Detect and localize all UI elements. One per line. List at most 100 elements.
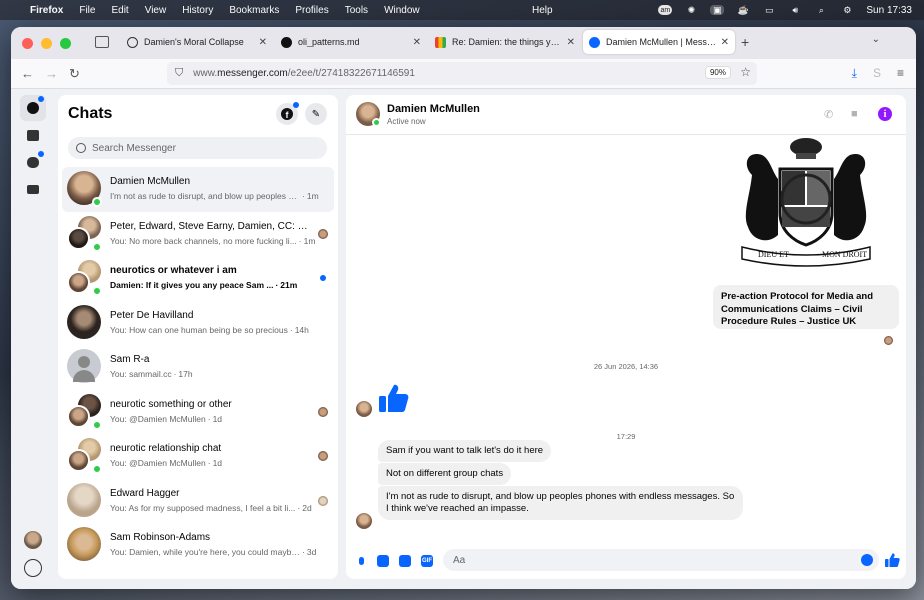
rail-requests[interactable] xyxy=(20,149,46,175)
chat-item-sam-r-a[interactable]: Sam R-a You: sammail.cc · 17h xyxy=(62,345,334,390)
close-tab-icon[interactable]: ✕ xyxy=(567,37,575,48)
sender-avatar xyxy=(356,401,372,417)
extension-icon[interactable]: S xyxy=(873,66,881,81)
conversation-header: Damien McMullen Active now ✆ ■ i xyxy=(346,95,906,135)
tab-oli-patterns[interactable]: oli_patterns.md ✕ xyxy=(275,30,427,54)
close-tab-icon[interactable]: ✕ xyxy=(259,37,267,48)
contact-avatar[interactable] xyxy=(356,102,381,127)
sidebar-toggle-icon[interactable] xyxy=(24,559,42,577)
tab-overview-icon[interactable] xyxy=(95,36,109,48)
profile-avatar[interactable] xyxy=(24,531,42,549)
tab-messenger[interactable]: Damien McMullen | Messenger ✕ xyxy=(583,30,735,54)
conversation-panel: Damien McMullen Active now ✆ ■ i DIEU ET xyxy=(346,95,906,579)
link-preview-card[interactable]: Pre-action Protocol for Media and Commun… xyxy=(713,285,899,329)
chat-item-damien-mcmullen[interactable]: Damien McMullen I'm not as rude to disru… xyxy=(62,167,334,212)
bookmark-star-icon[interactable]: ☆ xyxy=(740,65,751,79)
menu-help[interactable]: Help xyxy=(532,5,553,16)
search-box[interactable] xyxy=(68,137,327,159)
macos-menubar: Firefox File Edit View History Bookmarks… xyxy=(0,0,924,20)
rail-chats[interactable] xyxy=(20,95,46,121)
reload-icon[interactable]: ↻ xyxy=(69,66,80,82)
gmail-icon xyxy=(435,36,446,48)
avatar xyxy=(67,482,101,517)
avatar xyxy=(67,304,101,339)
message-bubble[interactable]: I'm not as rude to disrupt, and blow up … xyxy=(378,486,743,520)
app-menu-icon[interactable]: ≡ xyxy=(897,66,904,81)
chat-item-neurotics[interactable]: neurotics or whatever i am Damien: If it… xyxy=(62,256,334,301)
sticker-icon[interactable] xyxy=(399,555,411,567)
online-indicator xyxy=(92,286,102,296)
gif-icon[interactable]: GIF xyxy=(421,555,433,567)
search-input[interactable] xyxy=(92,142,312,154)
downloads-icon[interactable]: ⤓ xyxy=(852,66,857,81)
address-bar[interactable]: ⛉ www. messenger.com/e2ee/t/2741832267114… xyxy=(167,62,757,85)
forward-icon[interactable]: → xyxy=(45,66,58,81)
close-window-button[interactable] xyxy=(22,38,33,49)
clock[interactable]: Sun 17:33 xyxy=(866,5,912,16)
send-like-icon[interactable] xyxy=(884,552,900,568)
rail-marketplace[interactable] xyxy=(20,122,46,148)
contact-name[interactable]: Damien McMullen xyxy=(387,103,480,115)
zoom-level[interactable]: 90% xyxy=(704,66,731,79)
seen-avatar xyxy=(318,451,328,461)
chat-item-edward-hagger[interactable]: Edward Hagger You: As for my supposed ma… xyxy=(62,479,334,524)
sender-avatar xyxy=(356,513,372,529)
unread-indicator xyxy=(320,275,326,281)
attach-photo-icon[interactable] xyxy=(377,555,389,567)
minimize-window-button[interactable] xyxy=(41,38,52,49)
chat-item-sam-robinson-adams[interactable]: Sam Robinson-Adams You: Damien, while yo… xyxy=(62,523,334,568)
chatgpt-status-icon[interactable]: ✺ xyxy=(684,5,698,15)
browser-window: Damien's Moral Collapse ✕ oli_patterns.m… xyxy=(11,27,916,589)
close-tab-icon[interactable]: ✕ xyxy=(721,37,729,48)
back-icon[interactable]: ← xyxy=(21,66,34,81)
composer-bar: GIF xyxy=(346,543,906,579)
thumbs-up-icon[interactable] xyxy=(377,382,409,414)
conversation-info-icon[interactable]: i xyxy=(878,107,892,121)
tab-damiens-moral-collapse[interactable]: Damien's Moral Collapse ✕ xyxy=(121,30,273,54)
menu-profiles[interactable]: Profiles xyxy=(295,5,328,16)
message-bubble[interactable]: Sam if you want to talk let's do it here xyxy=(378,440,552,462)
volume-icon[interactable]: 🔊︎ xyxy=(788,5,802,15)
coffee-icon[interactable]: ☕ xyxy=(736,5,750,15)
microphone-icon[interactable] xyxy=(355,555,367,567)
facebook-button[interactable]: f xyxy=(276,102,299,125)
github-icon xyxy=(281,36,292,48)
menu-tools[interactable]: Tools xyxy=(345,5,368,16)
rail-archive[interactable] xyxy=(20,176,46,202)
coat-of-arms-image[interactable]: DIEU ET MON DROIT xyxy=(722,135,890,267)
stage-manager-icon[interactable]: ▣ xyxy=(710,5,725,15)
menu-bookmarks[interactable]: Bookmarks xyxy=(229,5,279,16)
control-center-icon[interactable]: ⚙ xyxy=(840,5,854,15)
menu-edit[interactable]: Edit xyxy=(111,5,128,16)
tracking-protection-icon[interactable]: ⛉ xyxy=(175,67,183,80)
tab-gmail-thread[interactable]: Re: Damien: the things you are s ✕ xyxy=(429,30,581,54)
audio-call-icon[interactable]: ✆ xyxy=(824,108,833,121)
spotlight-icon[interactable]: ⌕ xyxy=(814,5,828,15)
window-controls xyxy=(22,38,71,49)
left-rail xyxy=(11,89,55,589)
emoji-icon[interactable] xyxy=(861,554,873,566)
menu-history[interactable]: History xyxy=(182,5,213,16)
zoom-window-button[interactable] xyxy=(60,38,71,49)
chats-title: Chats xyxy=(68,105,113,122)
chat-item-group-peter-edward[interactable]: Peter, Edward, Steve Earny, Damien, CC: … xyxy=(62,212,334,257)
list-tabs-icon[interactable]: ⌄ xyxy=(872,34,880,45)
menu-window[interactable]: Window xyxy=(384,5,420,16)
motto-right: MON DROIT xyxy=(822,250,867,259)
chatgpt-icon xyxy=(127,36,138,48)
menu-view[interactable]: View xyxy=(145,5,167,16)
chat-item-neurotic-relationship[interactable]: neurotic relationship chat You: @Damien … xyxy=(62,434,334,479)
input-source-icon[interactable]: am xyxy=(658,5,673,15)
chat-item-neurotic-something[interactable]: neurotic something or other You: @Damien… xyxy=(62,390,334,435)
message-input[interactable] xyxy=(443,549,879,571)
message-bubble[interactable]: Not on different group chats xyxy=(378,463,512,485)
close-tab-icon[interactable]: ✕ xyxy=(413,37,421,48)
menu-app[interactable]: Firefox xyxy=(30,5,63,16)
battery-icon[interactable]: ▭ xyxy=(762,5,776,15)
seen-avatar xyxy=(318,406,328,417)
new-message-button[interactable]: ✎ xyxy=(305,103,327,125)
new-tab-icon[interactable]: + xyxy=(741,34,749,50)
menu-file[interactable]: File xyxy=(79,5,95,16)
video-call-icon[interactable]: ■ xyxy=(851,108,858,120)
chat-item-peter-de-havilland[interactable]: Peter De Havilland You: How can one huma… xyxy=(62,301,334,346)
